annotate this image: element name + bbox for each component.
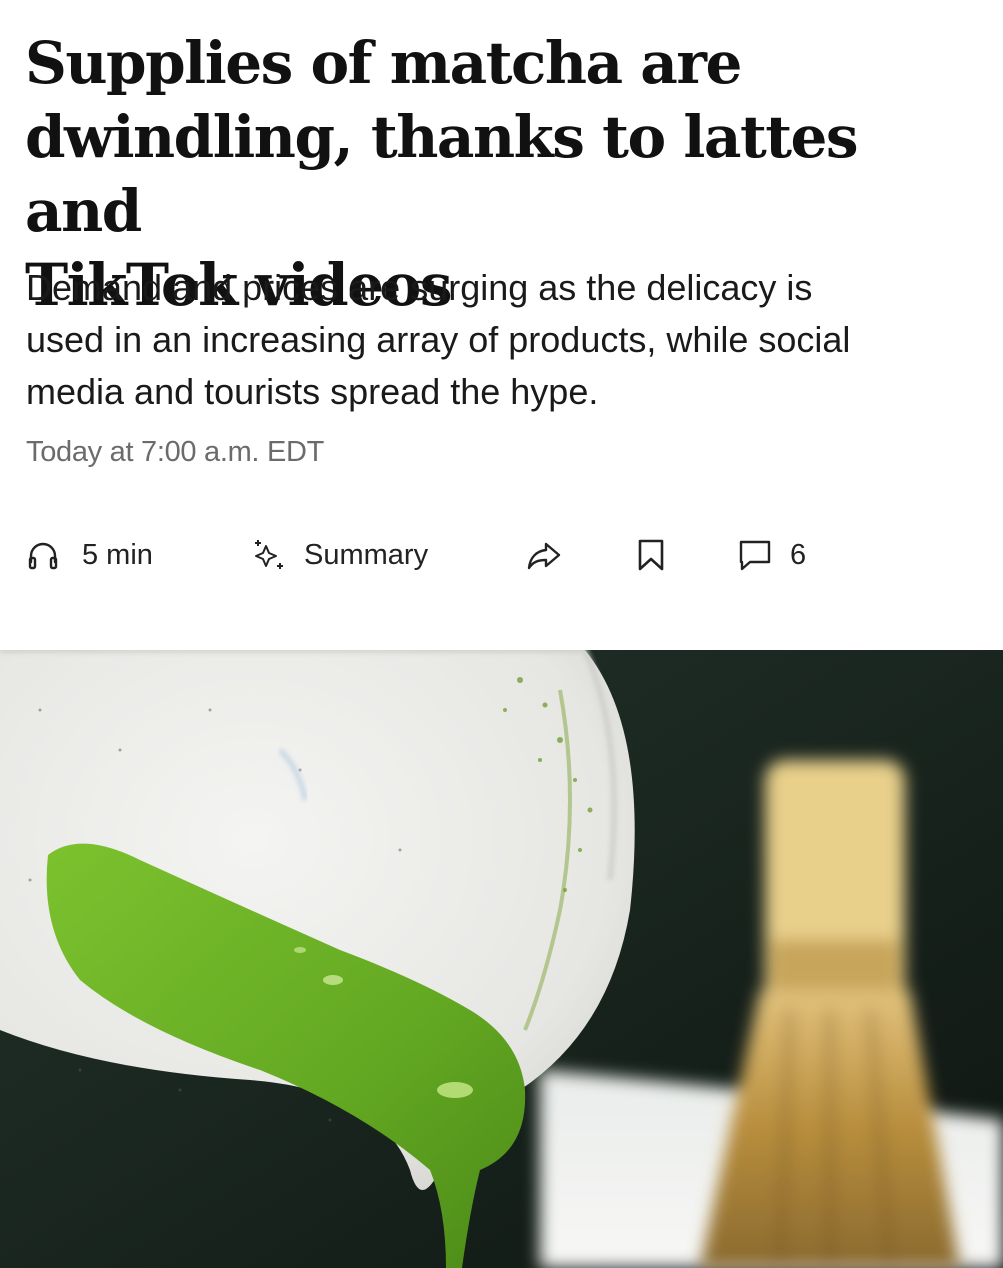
listen-duration-label: 5 min	[82, 538, 153, 571]
publish-timestamp: Today at 7:00 a.m. EDT	[26, 436, 325, 468]
comment-icon	[738, 538, 772, 572]
dek-line-2: used in an increasing array of products,…	[26, 319, 851, 360]
bookmark-button[interactable]	[636, 530, 666, 580]
matcha-pour-photo	[0, 650, 1003, 1268]
article-hero-photo	[0, 650, 1003, 1268]
article-subheadline: Demand and prices are surging as the del…	[26, 262, 986, 418]
summary-label: Summary	[304, 538, 429, 571]
dek-line-1: Demand and prices are surging as the del…	[26, 267, 813, 308]
share-button[interactable]	[526, 530, 562, 580]
bookmark-icon	[636, 538, 666, 572]
headline-line-1: Supplies of matcha are	[25, 29, 742, 97]
summary-button[interactable]: Summary	[250, 530, 428, 580]
article-action-bar: 5 min Summary 6	[0, 530, 1003, 580]
headline-line-2: dwindling, thanks to lattes and	[25, 103, 859, 245]
dek-line-3: media and tourists spread the hype.	[26, 371, 599, 412]
listen-button[interactable]: 5 min	[26, 530, 153, 580]
headphones-icon	[26, 538, 60, 572]
share-arrow-icon	[526, 537, 562, 573]
comments-button[interactable]: 6	[738, 530, 806, 580]
comments-count: 6	[790, 538, 807, 571]
sparkle-icon	[250, 537, 286, 573]
